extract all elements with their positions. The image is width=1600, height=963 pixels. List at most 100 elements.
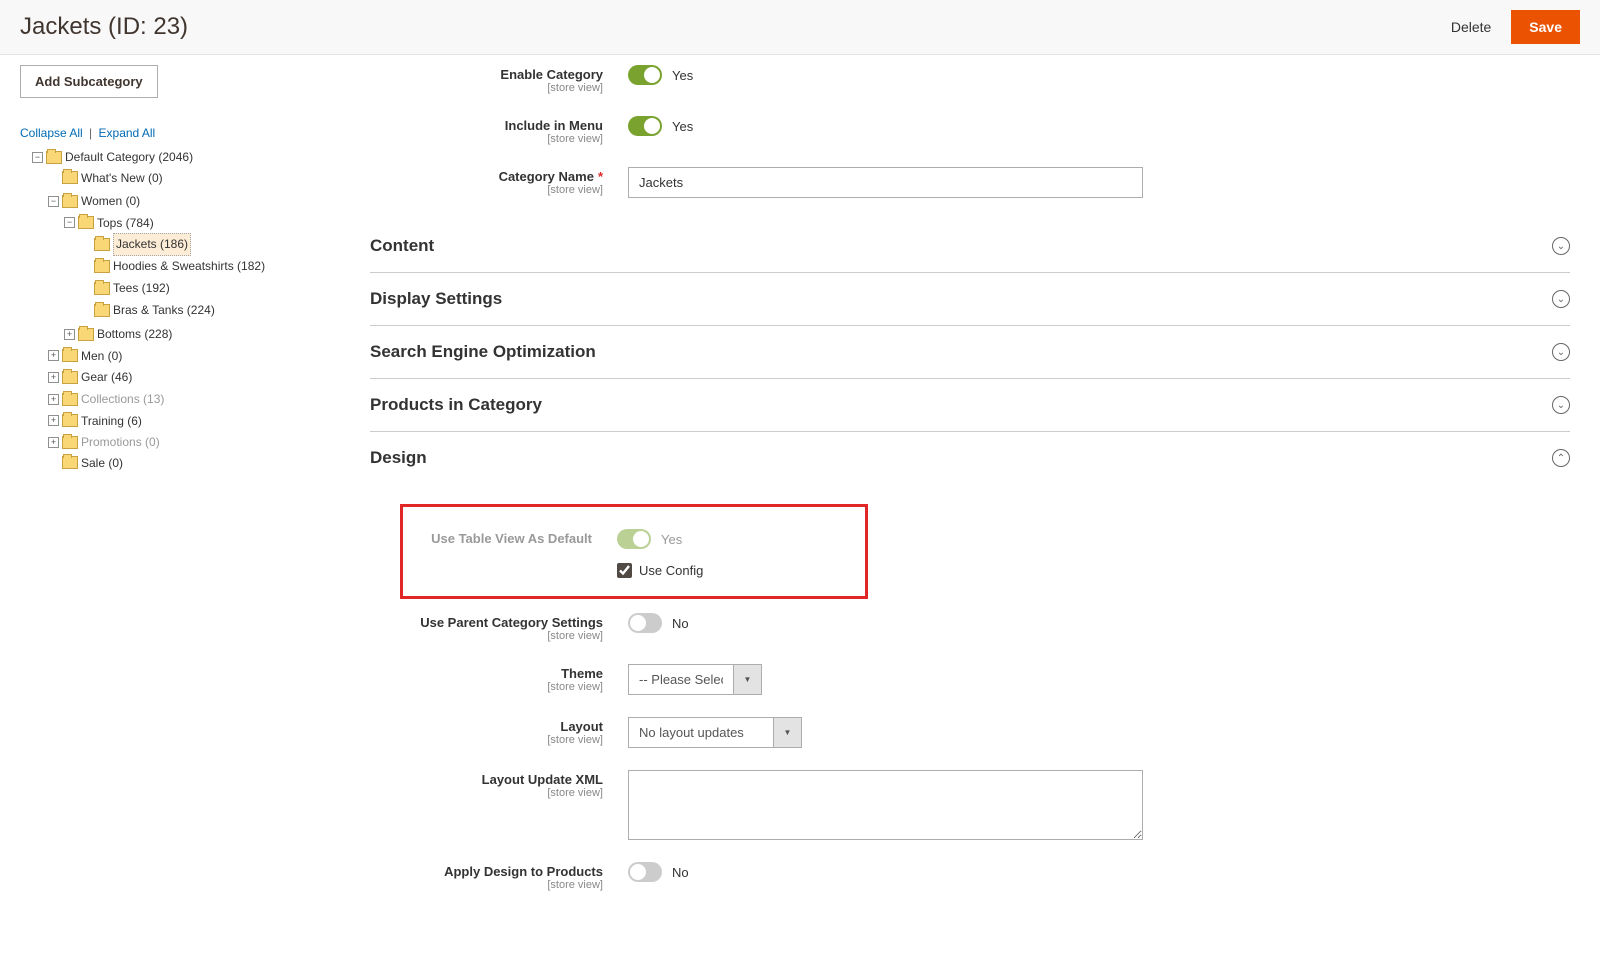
enable-category-toggle[interactable]	[628, 65, 662, 85]
tree-toggle-icon[interactable]: +	[48, 394, 59, 405]
use-config-checkbox[interactable]	[617, 563, 632, 578]
section-title: Search Engine Optimization	[370, 342, 596, 362]
content-area: Enable Category [store view] Yes Include…	[370, 65, 1580, 923]
save-button[interactable]: Save	[1511, 10, 1580, 44]
folder-icon	[94, 238, 110, 251]
folder-icon	[78, 216, 94, 229]
folder-icon	[94, 304, 110, 317]
scope-label: [store view]	[370, 133, 603, 145]
separator: |	[89, 126, 92, 140]
header-actions: Delete Save	[1451, 10, 1580, 44]
tree-controls: Collapse All | Expand All	[20, 126, 360, 140]
tree-node-whats-new[interactable]: What's New (0)	[81, 168, 163, 188]
use-table-view-label: Use Table View As Default	[403, 531, 592, 546]
tree-node-bras[interactable]: Bras & Tanks (224)	[113, 300, 215, 320]
tree-toggle-icon[interactable]: +	[48, 437, 59, 448]
scope-label: [store view]	[370, 82, 603, 94]
apply-design-value: No	[672, 865, 689, 880]
category-tree: − Default Category (2046) What's New (0)…	[20, 146, 360, 475]
accordion-products: Products in Category ⌄	[370, 379, 1570, 432]
accordion-body-design: Use Table View As Default Yes Use Co	[370, 484, 1570, 923]
accordion-head-display-settings[interactable]: Display Settings ⌄	[370, 273, 1570, 325]
chevron-down-icon: ⌄	[1552, 396, 1570, 414]
accordion-seo: Search Engine Optimization ⌄	[370, 326, 1570, 379]
tree-toggle-icon[interactable]: +	[48, 350, 59, 361]
scope-label: [store view]	[370, 734, 603, 746]
chevron-down-icon: ⌄	[1552, 343, 1570, 361]
folder-icon	[62, 436, 78, 449]
enable-category-label: Enable Category	[370, 67, 603, 82]
accordion-head-products[interactable]: Products in Category ⌄	[370, 379, 1570, 431]
add-subcategory-button[interactable]: Add Subcategory	[20, 65, 158, 98]
folder-icon	[62, 456, 78, 469]
tree-node-jackets[interactable]: Jackets (186)	[113, 233, 191, 255]
category-name-input[interactable]	[628, 167, 1143, 198]
folder-icon	[94, 282, 110, 295]
collapse-all-link[interactable]: Collapse All	[20, 126, 83, 140]
include-in-menu-toggle[interactable]	[628, 116, 662, 136]
layout-select[interactable]: No layout updates	[628, 717, 774, 748]
tree-node-tops[interactable]: Tops (784)	[97, 213, 154, 233]
section-title: Content	[370, 236, 434, 256]
folder-icon	[94, 260, 110, 273]
tree-toggle-icon[interactable]: −	[48, 196, 59, 207]
theme-select[interactable]: -- Please Select --	[628, 664, 734, 695]
folder-icon	[62, 414, 78, 427]
tree-node-bottoms[interactable]: Bottoms (228)	[97, 324, 172, 344]
accordion-head-seo[interactable]: Search Engine Optimization ⌄	[370, 326, 1570, 378]
folder-icon	[78, 328, 94, 341]
accordion-head-design[interactable]: Design ⌃	[370, 432, 1570, 484]
tree-toggle-icon[interactable]: −	[64, 217, 75, 228]
scope-label: [store view]	[370, 184, 603, 196]
accordion-head-content[interactable]: Content ⌄	[370, 220, 1570, 272]
dropdown-arrow-icon[interactable]	[734, 664, 762, 695]
tree-node-hoodies[interactable]: Hoodies & Sweatshirts (182)	[113, 256, 265, 276]
enable-category-value: Yes	[672, 68, 693, 83]
chevron-down-icon: ⌄	[1552, 237, 1570, 255]
tree-node-men[interactable]: Men (0)	[81, 346, 122, 366]
use-table-view-toggle	[617, 529, 651, 549]
layout-xml-textarea[interactable]	[628, 770, 1143, 840]
theme-label: Theme	[370, 666, 603, 681]
include-in-menu-value: Yes	[672, 119, 693, 134]
section-title: Products in Category	[370, 395, 542, 415]
sidebar: Add Subcategory Collapse All | Expand Al…	[20, 65, 360, 923]
tree-node-training[interactable]: Training (6)	[81, 411, 142, 431]
tree-node-promotions[interactable]: Promotions (0)	[81, 432, 160, 452]
tree-node-sale[interactable]: Sale (0)	[81, 453, 123, 473]
use-config-label: Use Config	[639, 563, 703, 578]
use-parent-value: No	[672, 616, 689, 631]
tree-node-gear[interactable]: Gear (46)	[81, 367, 132, 387]
tree-toggle-icon[interactable]: −	[32, 152, 43, 163]
expand-all-link[interactable]: Expand All	[99, 126, 156, 140]
page-title: Jackets (ID: 23)	[20, 13, 188, 41]
dropdown-arrow-icon[interactable]	[774, 717, 802, 748]
category-name-label: Category Name*	[370, 169, 603, 184]
folder-icon	[62, 349, 78, 362]
scope-label: [store view]	[370, 787, 603, 799]
highlight-box: Use Table View As Default Yes Use Co	[400, 504, 868, 599]
use-config-checkbox-wrap[interactable]: Use Config	[617, 563, 703, 578]
page-header: Jackets (ID: 23) Delete Save	[0, 0, 1600, 55]
chevron-up-icon: ⌃	[1552, 449, 1570, 467]
accordion-display-settings: Display Settings ⌄	[370, 273, 1570, 326]
use-table-view-value: Yes	[661, 532, 682, 547]
scope-label: [store view]	[370, 630, 603, 642]
tree-node-women[interactable]: Women (0)	[81, 191, 140, 211]
tree-node-collections[interactable]: Collections (13)	[81, 389, 164, 409]
apply-design-label: Apply Design to Products	[370, 864, 603, 879]
chevron-down-icon: ⌄	[1552, 290, 1570, 308]
folder-icon	[62, 371, 78, 384]
include-in-menu-label: Include in Menu	[370, 118, 603, 133]
tree-toggle-icon[interactable]: +	[48, 415, 59, 426]
tree-toggle-icon[interactable]: +	[48, 372, 59, 383]
use-parent-toggle[interactable]	[628, 613, 662, 633]
tree-toggle-icon[interactable]: +	[64, 329, 75, 340]
folder-icon	[62, 195, 78, 208]
tree-node-default-category[interactable]: Default Category (2046)	[65, 147, 193, 167]
apply-design-toggle[interactable]	[628, 862, 662, 882]
delete-link[interactable]: Delete	[1451, 19, 1491, 35]
scope-label: [store view]	[370, 879, 603, 891]
tree-node-tees[interactable]: Tees (192)	[113, 278, 170, 298]
layout-label: Layout	[370, 719, 603, 734]
